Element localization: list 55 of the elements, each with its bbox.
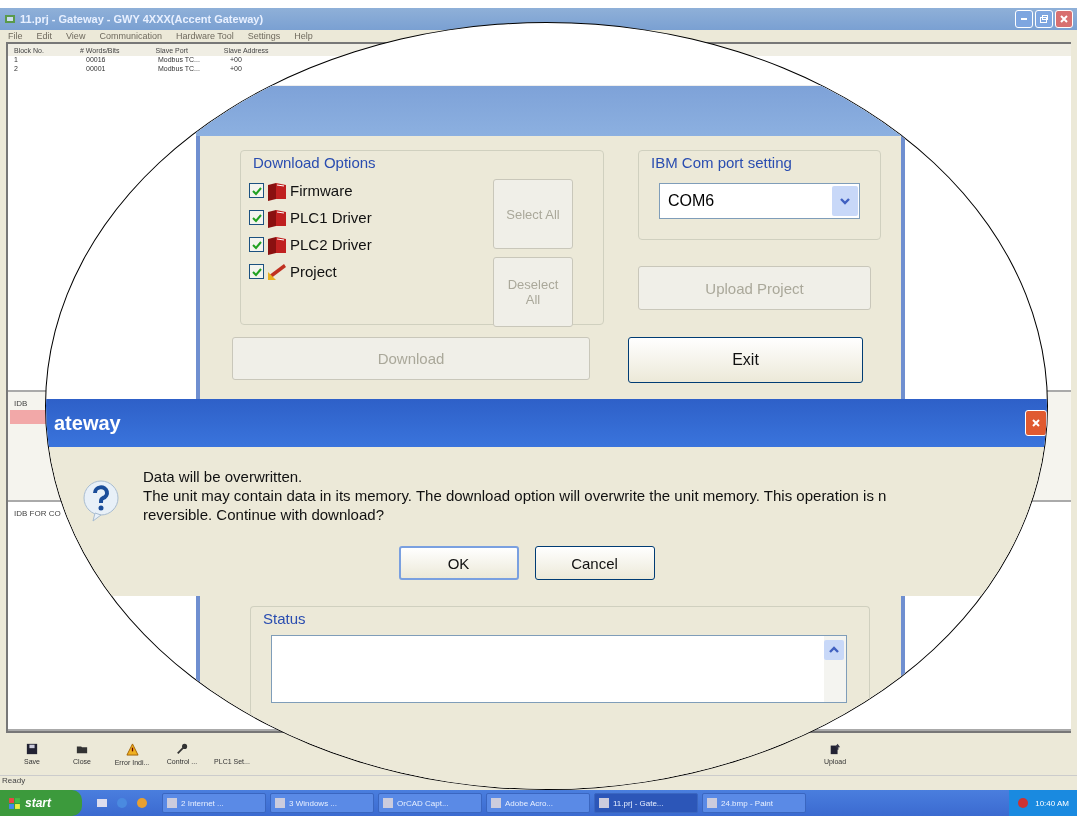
clock: 10:40 AM [1035,798,1069,808]
tray-icon[interactable] [1017,797,1030,809]
checkbox-option[interactable]: PLC1 Driver [249,206,469,229]
restore-icon [1039,14,1049,24]
upload-icon [829,743,841,755]
folder-icon [76,743,88,755]
checkbox-option[interactable]: Project [249,260,469,283]
checkbox-option[interactable]: Firmware [249,179,469,202]
warning-icon [125,742,139,756]
panel-label: IDB FOR CO [13,508,62,520]
taskbar-item[interactable]: 11.prj - Gate... [594,793,698,813]
exit-button[interactable]: Exit [628,337,863,383]
key-icon [176,743,188,755]
message-box-title: ateway [54,411,122,435]
close-icon [1031,418,1041,428]
chevron-down-icon [839,195,851,207]
menu-item[interactable]: View [66,31,86,41]
menu-item[interactable]: File [8,31,23,41]
menu-item[interactable]: Help [294,31,313,41]
menu-item[interactable]: Communication [99,31,162,41]
dialog-button[interactable]: Cancel [534,546,655,580]
close-button[interactable] [1025,410,1047,436]
checkbox[interactable] [249,183,264,198]
desktop-icon[interactable] [96,797,108,809]
checkbox[interactable] [249,210,264,225]
message-text: The unit may contain data in its memory. The download option will overwrite the unit memory. This operation is n [143,486,887,505]
window-title: 11.prj - Gateway - GWY 4XXX(Accent Gateway) [20,13,265,25]
checkbox-option[interactable]: PLC2 Driver [249,233,469,256]
dialog-button[interactable]: OK [398,546,519,580]
question-icon [81,479,121,523]
panel-label: IDB [13,398,29,410]
message-text: Data will be overwritten. [143,467,304,486]
status-text: Ready [2,776,26,785]
menu-item[interactable]: Settings [247,31,281,41]
minimize-icon [1021,18,1027,20]
app-icon [4,13,16,25]
com-port-dropdown[interactable]: COM6 [659,183,860,219]
maximize-button[interactable] [1035,10,1053,28]
menu-item[interactable]: Hardware Tool [175,31,234,41]
checkbox[interactable] [249,264,264,279]
windows-logo-icon [8,796,21,810]
book-icon [266,180,288,201]
scrollbar[interactable] [824,636,846,702]
menu-item[interactable]: Edit [36,31,53,41]
pencil-ruler-icon [266,261,288,282]
book-icon [266,207,288,228]
message-text: reversible. Continue with download? [143,505,385,524]
close-icon [1059,14,1069,24]
close-button[interactable] [1055,10,1073,28]
start-button[interactable]: start [0,790,82,816]
minimize-button[interactable] [1015,10,1033,28]
group-label: IBM Com port setting [651,154,792,171]
checkbox[interactable] [249,237,264,252]
group-label: Download Options [253,154,376,171]
book-icon [266,234,288,255]
